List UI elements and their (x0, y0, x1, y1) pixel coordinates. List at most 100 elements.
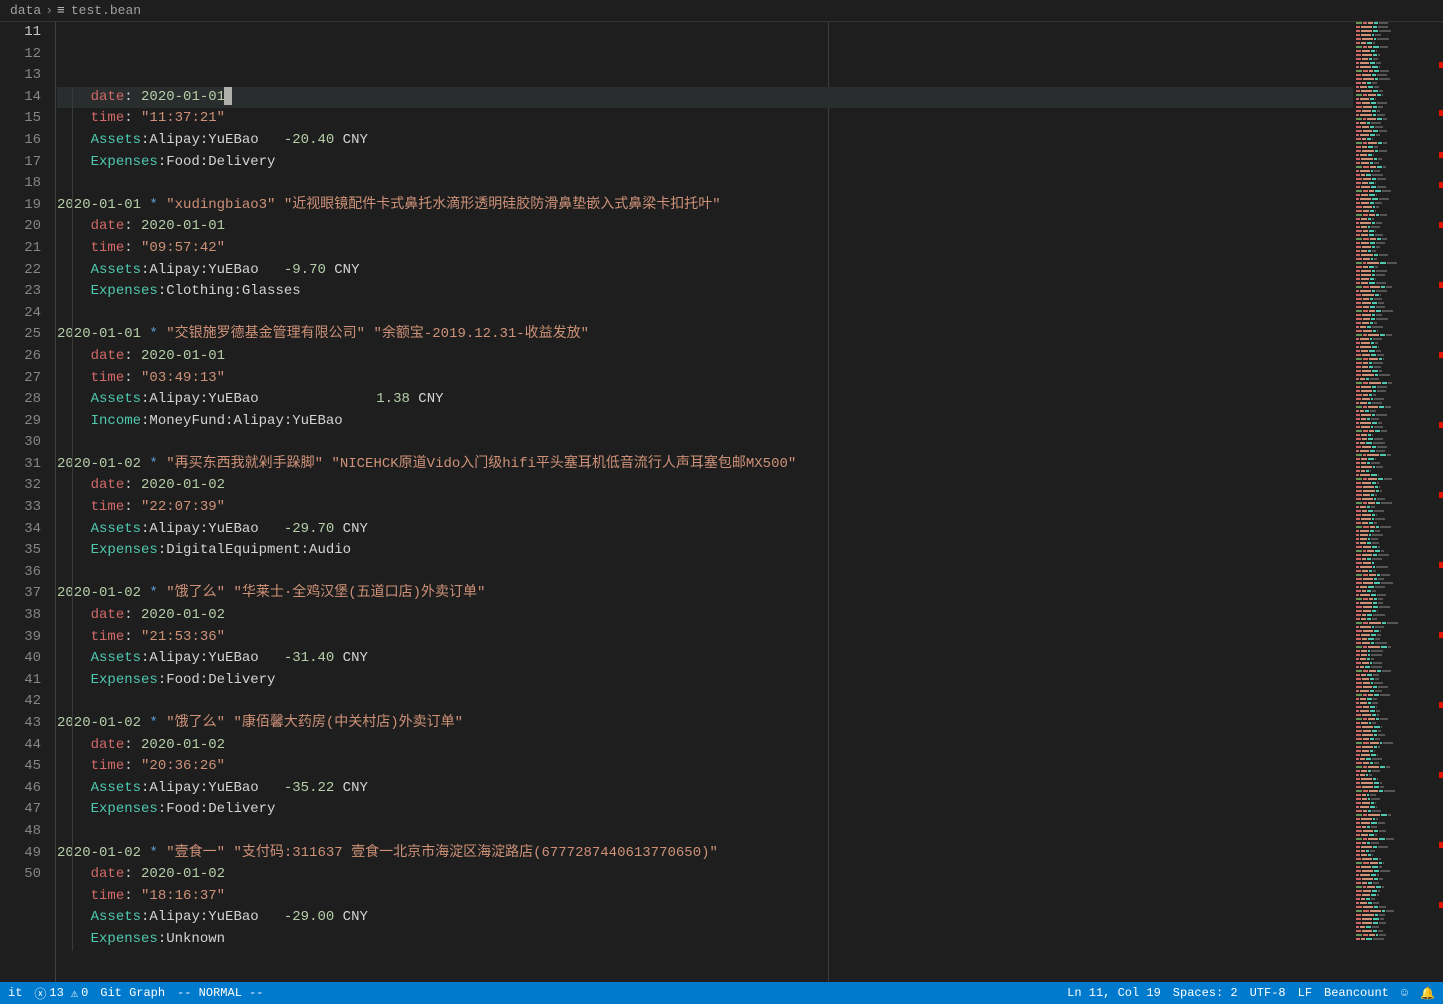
minimap-error-marker[interactable] (1439, 772, 1443, 778)
indentation[interactable]: Spaces: 2 (1173, 986, 1238, 1000)
code-line[interactable]: Assets:Alipay:YuEBao -29.70 CNY (57, 519, 1353, 541)
notifications-icon[interactable]: 🔔 (1420, 986, 1435, 1001)
minimap-error-marker[interactable] (1439, 902, 1443, 908)
code-line[interactable]: time: "20:36:26" (57, 756, 1353, 778)
cursor-position[interactable]: Ln 11, Col 19 (1067, 986, 1161, 1000)
code-line[interactable]: 2020-01-02 * "再买东西我就剁手跺脚" "NICEHCK原道Vido… (57, 454, 1353, 476)
line-number: 34 (0, 519, 41, 541)
git-graph[interactable]: Git Graph (100, 986, 165, 1000)
editor[interactable]: 1112131415161718192021222324252627282930… (0, 22, 1443, 982)
code-line[interactable]: Expenses:Food:Delivery (57, 670, 1353, 692)
code-line[interactable] (57, 173, 1353, 195)
code-line[interactable]: Expenses:Unknown (57, 929, 1353, 951)
minimap-error-marker[interactable] (1439, 842, 1443, 848)
code-line[interactable] (57, 562, 1353, 584)
line-number: 43 (0, 713, 41, 735)
line-number: 31 (0, 454, 41, 476)
minimap-error-marker[interactable] (1439, 492, 1443, 498)
line-number: 36 (0, 562, 41, 584)
minimap-error-marker[interactable] (1439, 282, 1443, 288)
line-number: 27 (0, 368, 41, 390)
line-number: 42 (0, 691, 41, 713)
text-cursor (224, 87, 232, 105)
line-number: 13 (0, 65, 41, 87)
code-line[interactable] (57, 303, 1353, 325)
code-line[interactable]: Assets:Alipay:YuEBao -29.00 CNY (57, 907, 1353, 929)
breadcrumb-separator: › (45, 3, 53, 18)
line-number: 25 (0, 324, 41, 346)
line-number: 21 (0, 238, 41, 260)
breadcrumb[interactable]: data › ≡ test.bean (0, 0, 1443, 22)
encoding[interactable]: UTF-8 (1250, 986, 1286, 1000)
code-line[interactable]: date: 2020-01-01 (57, 87, 1353, 109)
code-line[interactable]: 2020-01-02 * "壹食一" "支付码:311637 壹食一北京市海淀区… (57, 843, 1353, 865)
code-line[interactable]: time: "18:16:37" (57, 886, 1353, 908)
code-line[interactable]: date: 2020-01-02 (57, 735, 1353, 757)
line-number: 44 (0, 735, 41, 757)
line-number: 50 (0, 864, 41, 886)
code-line[interactable]: date: 2020-01-01 (57, 346, 1353, 368)
minimap-error-marker[interactable] (1439, 152, 1443, 158)
minimap-error-marker[interactable] (1439, 222, 1443, 228)
code-line[interactable]: time: "09:57:42" (57, 238, 1353, 260)
line-number: 47 (0, 799, 41, 821)
vim-mode: -- NORMAL -- (177, 986, 263, 1000)
breadcrumb-folder[interactable]: data (10, 3, 41, 18)
eol[interactable]: LF (1298, 986, 1312, 1000)
minimap-error-marker[interactable] (1439, 562, 1443, 568)
git-branch[interactable]: it (8, 986, 22, 1000)
line-number: 12 (0, 44, 41, 66)
code-line[interactable]: date: 2020-01-02 (57, 605, 1353, 627)
line-number: 18 (0, 173, 41, 195)
breadcrumb-file[interactable]: test.bean (71, 3, 141, 18)
code-line[interactable]: 2020-01-01 * "xudingbiao3" "近视眼镜配件卡式鼻托水滴… (57, 195, 1353, 217)
minimap-error-marker[interactable] (1439, 422, 1443, 428)
code-line[interactable]: Expenses:Clothing:Glasses (57, 281, 1353, 303)
code-line[interactable]: Assets:Alipay:YuEBao -20.40 CNY (57, 130, 1353, 152)
language-mode[interactable]: Beancount (1324, 986, 1389, 1000)
warning-icon: ⚠ (71, 986, 78, 1001)
code-line[interactable]: time: "03:49:13" (57, 368, 1353, 390)
minimap-error-marker[interactable] (1439, 352, 1443, 358)
code-line[interactable]: time: "11:37:21" (57, 108, 1353, 130)
code-line[interactable]: time: "22:07:39" (57, 497, 1353, 519)
line-number: 39 (0, 627, 41, 649)
code-line[interactable] (57, 821, 1353, 843)
minimap-error-marker[interactable] (1439, 110, 1443, 116)
code-area[interactable]: date: 2020-01-01 time: "11:37:21" Assets… (55, 22, 1353, 982)
code-line[interactable]: Assets:Alipay:YuEBao -35.22 CNY (57, 778, 1353, 800)
minimap-error-marker[interactable] (1439, 702, 1443, 708)
line-number: 41 (0, 670, 41, 692)
line-number: 30 (0, 432, 41, 454)
minimap-error-marker[interactable] (1439, 62, 1443, 68)
code-line[interactable]: time: "21:53:36" (57, 627, 1353, 649)
minimap[interactable] (1353, 22, 1443, 982)
code-line[interactable]: 2020-01-01 * "交银施罗德基金管理有限公司" "余额宝-2019.1… (57, 324, 1353, 346)
line-number: 17 (0, 152, 41, 174)
code-line[interactable]: date: 2020-01-02 (57, 475, 1353, 497)
minimap-error-marker[interactable] (1439, 632, 1443, 638)
problems[interactable]: ⓧ 13 ⚠ 0 (34, 985, 88, 1002)
code-line[interactable]: 2020-01-02 * "饿了么" "康佰馨大药房(中关村店)外卖订单" (57, 713, 1353, 735)
code-line[interactable] (57, 432, 1353, 454)
line-number: 48 (0, 821, 41, 843)
code-line[interactable]: 2020-01-02 * "饿了么" "华莱士·全鸡汉堡(五道口店)外卖订单" (57, 583, 1353, 605)
minimap-error-marker[interactable] (1439, 182, 1443, 188)
line-number: 23 (0, 281, 41, 303)
code-line[interactable] (57, 691, 1353, 713)
code-line[interactable]: date: 2020-01-01 (57, 216, 1353, 238)
line-number: 20 (0, 216, 41, 238)
code-line[interactable]: Expenses:Food:Delivery (57, 152, 1353, 174)
line-number: 33 (0, 497, 41, 519)
line-number: 11 (0, 22, 41, 44)
code-line[interactable]: Assets:Alipay:YuEBao 1.38 CNY (57, 389, 1353, 411)
code-line[interactable]: Income:MoneyFund:Alipay:YuEBao (57, 411, 1353, 433)
code-line[interactable]: date: 2020-01-02 (57, 864, 1353, 886)
code-line[interactable]: Assets:Alipay:YuEBao -9.70 CNY (57, 260, 1353, 282)
line-number: 45 (0, 756, 41, 778)
feedback-icon[interactable]: ☺ (1401, 986, 1408, 1000)
code-line[interactable]: Expenses:Food:Delivery (57, 799, 1353, 821)
code-line[interactable]: Expenses:DigitalEquipment:Audio (57, 540, 1353, 562)
code-line[interactable]: Assets:Alipay:YuEBao -31.40 CNY (57, 648, 1353, 670)
line-number: 15 (0, 108, 41, 130)
